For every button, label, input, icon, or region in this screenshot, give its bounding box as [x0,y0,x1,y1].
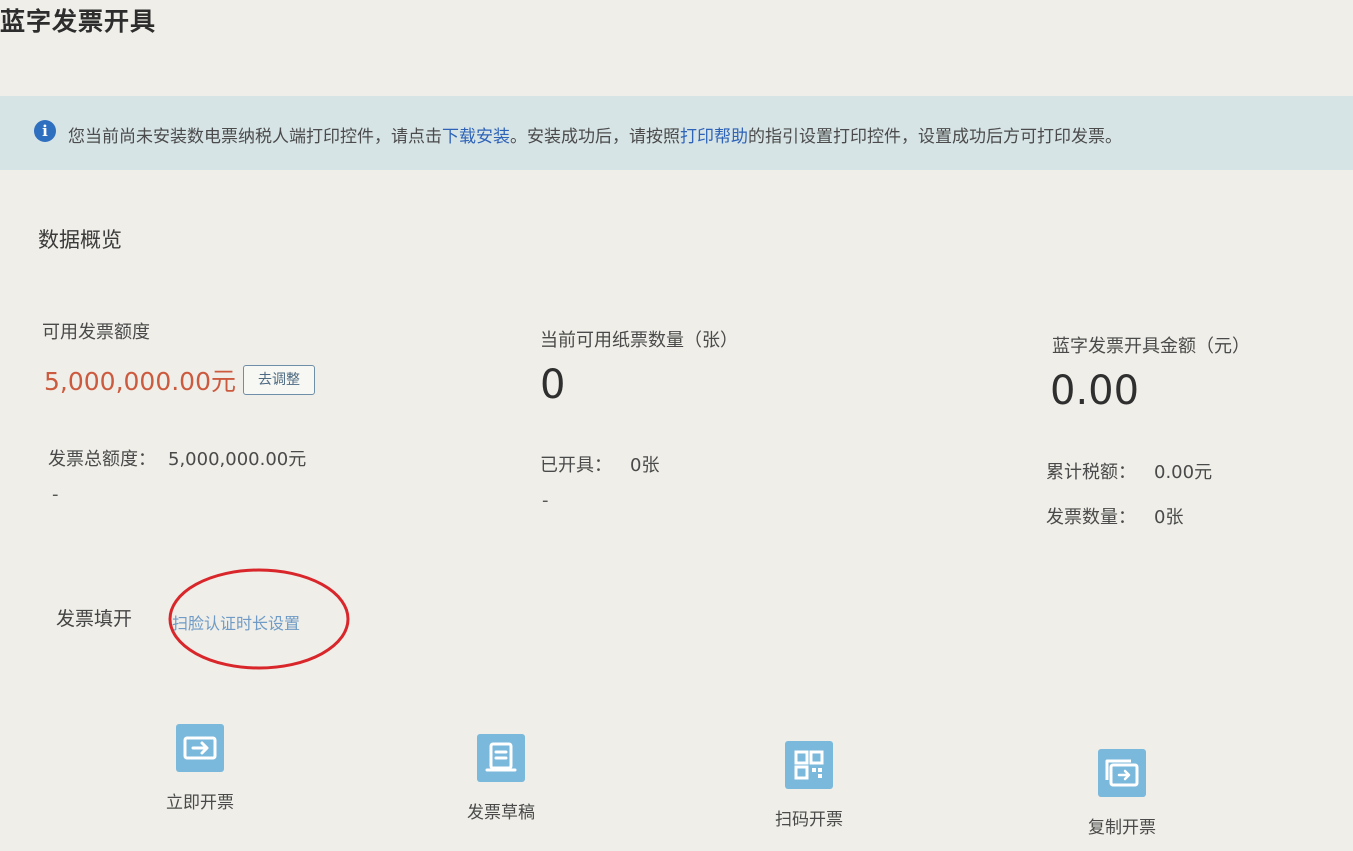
paper-dash: - [542,490,549,511]
invoice-fill-title: 发票填开 [56,608,133,630]
total-quota-label: 发票总额度： [48,449,156,470]
paper-ticket-label: 当前可用纸票数量（张） [540,330,738,351]
issue-now-label: 立即开票 [166,793,234,813]
scan-issue-action[interactable]: 扫码开票 [734,741,884,830]
notice-prefix: 您当前尚未安装数电票纳税人端打印控件，请点击 [68,127,442,147]
available-quota-value: 5,000,000.00元 [44,367,236,396]
tax-label: 累计税额： [1046,462,1136,483]
invoice-draft-label: 发票草稿 [467,803,535,823]
copy-invoice-icon [1098,749,1146,797]
available-quota-label: 可用发票额度 [42,322,150,343]
adjust-quota-button[interactable]: 去调整 [243,365,315,395]
issue-now-action[interactable]: 立即开票 [125,724,275,813]
download-install-link[interactable]: 下载安装 [442,127,510,147]
issued-row: 已开具： 0张 [540,451,659,477]
red-annotation-ellipse [168,568,350,670]
invoice-issue-icon [176,724,224,772]
quota-dash: - [52,484,59,505]
total-quota-value: 5,000,000.00元 [168,449,307,470]
invoice-draft-icon [477,734,525,782]
issued-value: 0张 [630,455,660,476]
notice-text: 您当前尚未安装数电票纳税人端打印控件，请点击下载安装。安装成功后，请按照打印帮助… [68,122,1122,147]
scan-issue-label: 扫码开票 [775,810,843,830]
qr-code-icon [785,741,833,789]
blue-invoice-amount-value: 0.00 [1050,368,1140,414]
copy-issue-action[interactable]: 复制开票 [1047,749,1197,838]
blue-invoice-amount-label: 蓝字发票开具金额（元） [1052,336,1250,357]
info-icon: i [34,120,56,142]
invoice-count-value: 0张 [1154,507,1184,528]
invoice-count-row: 发票数量： 0张 [1046,503,1183,529]
issued-label: 已开具： [540,455,612,476]
paper-ticket-value: 0 [540,362,566,408]
notice-suffix: 的指引设置打印控件，设置成功后方可打印发票。 [748,127,1122,147]
print-help-link[interactable]: 打印帮助 [680,127,748,147]
page-title: 蓝字发票开具 [0,7,157,36]
tax-row: 累计税额： 0.00元 [1046,458,1212,484]
invoice-draft-action[interactable]: 发票草稿 [426,734,576,823]
overview-title: 数据概览 [38,228,122,252]
total-quota-row: 发票总额度： 5,000,000.00元 [48,445,306,471]
notice-middle: 。安装成功后，请按照 [510,127,680,147]
copy-issue-label: 复制开票 [1088,818,1156,838]
invoice-count-label: 发票数量： [1046,507,1136,528]
tax-value: 0.00元 [1154,462,1213,483]
